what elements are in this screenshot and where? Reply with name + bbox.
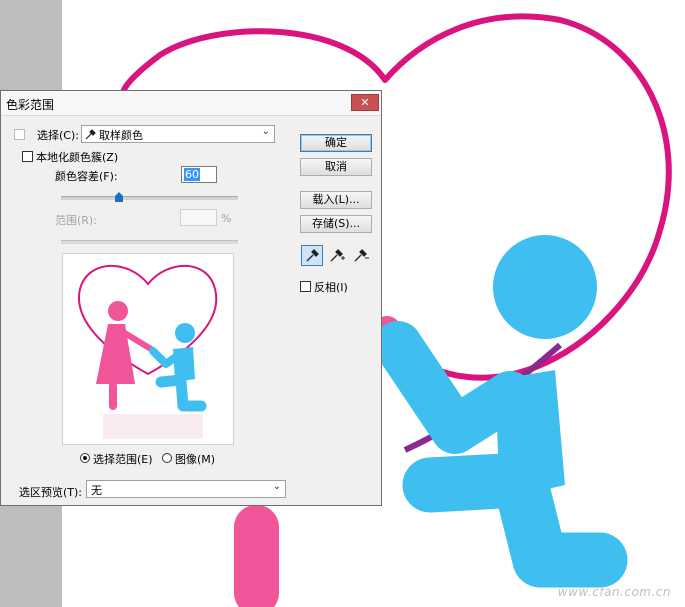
save-button[interactable]: 存储(S)...: [300, 215, 372, 233]
watermark: www.cfan.com.cn: [557, 585, 671, 599]
load-button[interactable]: 载入(L)...: [300, 191, 372, 209]
tolerance-input[interactable]: 60: [181, 166, 217, 183]
blue-figure-legs: [402, 452, 628, 588]
blue-figure-arm: [374, 321, 534, 454]
tolerance-slider-track[interactable]: [61, 196, 238, 200]
eyedropper-plus-tool[interactable]: [326, 245, 348, 266]
tolerance-label: 颜色容差(F):: [55, 170, 118, 183]
radio-selection-label: 选择范围(E): [93, 453, 153, 466]
invert-checkbox[interactable]: [300, 281, 311, 292]
radio-image-label: 图像(M): [175, 453, 216, 466]
select-group-marker: [14, 129, 25, 140]
preview-mode-label: 选区预览(T):: [19, 486, 83, 499]
ok-button[interactable]: 确定: [300, 134, 372, 152]
select-label: 选择(C):: [37, 129, 79, 142]
preview-mode-value: 无: [91, 484, 102, 497]
chevron-down-icon: ⌄: [272, 481, 281, 492]
range-input: [180, 209, 217, 226]
eyedropper-minus-icon: [354, 249, 369, 262]
range-label: 范围(R):: [55, 214, 97, 227]
range-slider-track: [61, 240, 238, 244]
preview-artwork: [78, 264, 218, 439]
select-dropdown[interactable]: 取样颜色 ⌄: [81, 125, 275, 143]
preview-mode-dropdown[interactable]: 无 ⌄: [86, 480, 286, 498]
chevron-down-icon: ⌄: [261, 126, 270, 137]
dialog-titlebar: 色彩范围 ✕: [1, 91, 381, 116]
preview-reflection: [103, 414, 203, 439]
localized-checkbox[interactable]: [22, 151, 33, 162]
localized-label: 本地化颜色簇(Z): [36, 151, 119, 164]
tolerance-slider-thumb[interactable]: [115, 192, 124, 202]
blue-figure-head: [493, 235, 597, 339]
invert-label: 反相(I): [314, 281, 348, 294]
preview-pink-head: [108, 301, 128, 321]
color-range-dialog: 色彩范围 ✕ 选择(C): 取样颜色 ⌄ 本地化颜色簇(Z) 颜色容差(F): …: [0, 90, 382, 506]
eyedropper-minus-tool[interactable]: [350, 245, 372, 266]
preview-heart: [78, 264, 218, 376]
preview-blue-legs: [155, 374, 207, 412]
eyedropper-tool[interactable]: [301, 245, 323, 266]
eyedropper-icon: [306, 249, 319, 262]
cancel-button[interactable]: 取消: [300, 158, 372, 176]
close-button[interactable]: ✕: [351, 94, 379, 111]
selection-preview[interactable]: [62, 253, 234, 445]
eyedropper-plus-icon: [330, 249, 345, 262]
close-icon: ✕: [360, 96, 370, 109]
tolerance-value: 60: [184, 168, 200, 181]
eyedropper-icon: [85, 129, 96, 140]
range-unit: %: [221, 212, 232, 225]
select-value: 取样颜色: [99, 129, 143, 142]
pink-figure-leg: [234, 505, 279, 607]
preview-pink-leg: [109, 382, 117, 410]
preview-blue-head: [175, 323, 195, 343]
radio-image[interactable]: [162, 453, 172, 463]
dialog-title: 色彩范围: [6, 98, 55, 112]
radio-selection[interactable]: [80, 453, 90, 463]
